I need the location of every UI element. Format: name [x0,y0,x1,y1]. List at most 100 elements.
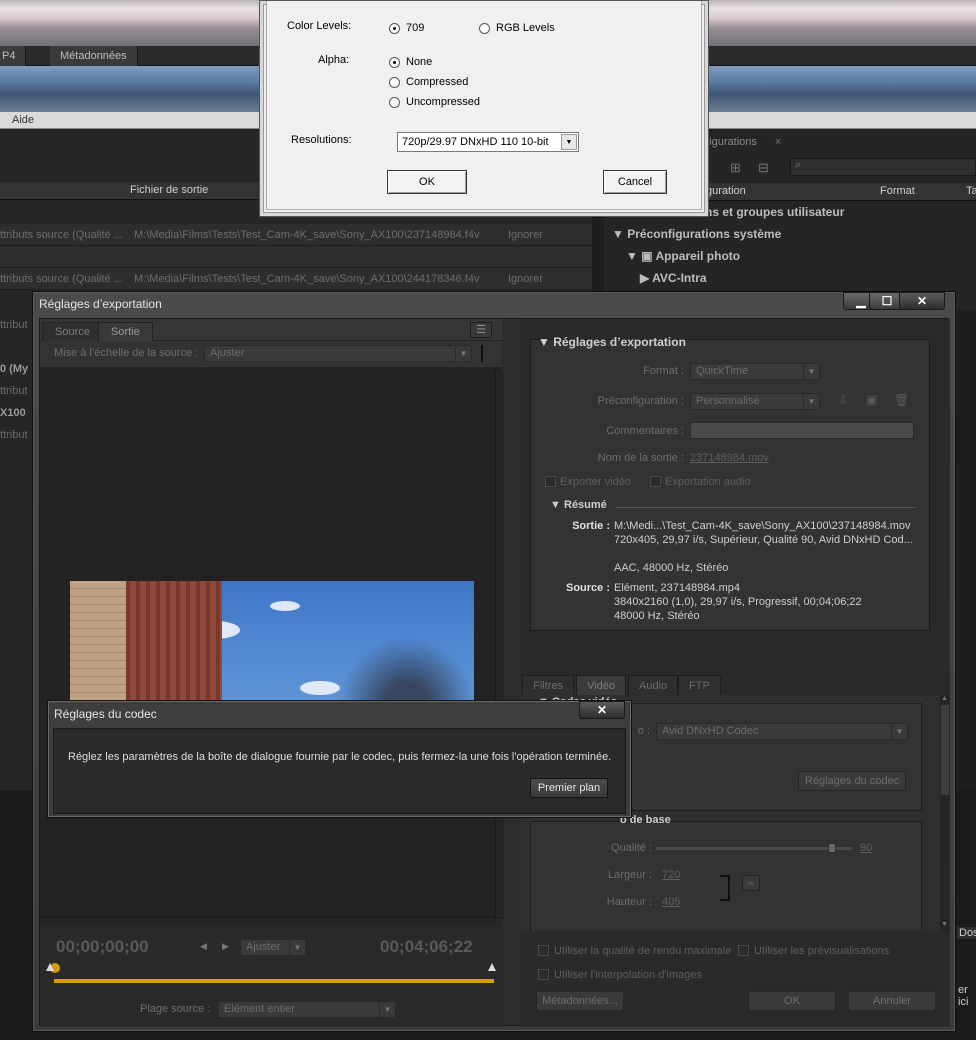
chevron-down-icon: ▼ [379,1002,395,1017]
queue-row-source: ttributs source (Qualité ... [0,273,123,285]
close-button[interactable]: ✕ [899,292,945,310]
export-video-checkbox[interactable] [545,476,556,487]
timeline: 00;00;00;00 ◀ ▶ Ajuster ▼ 00;04;06;22 Pl… [40,929,502,1027]
chain-link-icon[interactable]: ∞ [742,875,760,891]
color-rgb-radio[interactable] [479,23,490,34]
alpha-uncompressed-radio[interactable] [389,97,400,108]
queue-row[interactable]: ttributs source (Qualité ... M:\Media\Fi… [0,224,592,246]
presets-col-name[interactable]: guration [706,185,746,197]
search-icon[interactable]: ⌕ [790,158,976,176]
fragment: ttribut [0,429,28,441]
source-line: Elément, 237148984.mp4 [614,582,740,594]
preset-dropdown[interactable]: Personnalisé ▼ [690,393,820,410]
settings-tabs: Filtres Vidéo Audio FTP [520,675,950,695]
queue-row-status: Ignorer [508,273,543,285]
tab-audio[interactable]: Audio [628,675,679,695]
quality-slider-handle[interactable] [828,843,837,853]
codec-settings-button[interactable]: Réglages du codec [798,771,906,791]
tab-output[interactable]: Sortie [98,322,153,341]
menu-help[interactable]: Aide [12,114,34,126]
import-preset-icon[interactable]: ⊟ [758,160,769,176]
comments-label: Commentaires : [606,425,684,437]
add-preset-icon[interactable]: ⊞ [730,160,741,176]
output-line: 720x405, 29,97 i/s, Supérieur, Qualité 9… [614,534,913,546]
quality-slider[interactable] [656,847,852,850]
scale-value: Ajuster [210,347,245,359]
metadata-button[interactable]: Métadonnées... [536,991,624,1011]
tab-source[interactable]: Source [42,322,103,341]
max-render-checkbox[interactable] [538,945,549,956]
width-value[interactable]: 720 [662,869,680,881]
frame-blend-checkbox[interactable] [538,969,549,980]
timecode-start[interactable]: 00;00;00;00 [56,937,149,957]
delete-preset-icon[interactable]: 🗑 [894,393,909,407]
height-label: Hauteur : [606,896,652,908]
alpha-none-radio[interactable] [389,57,400,68]
preset-label: Préconfiguration : [597,395,684,407]
presets-col-t[interactable]: Ta [966,185,976,197]
avid-cancel-button[interactable]: Cancel [603,170,667,194]
resolution-select[interactable]: 720p/29.97 DNxHD 110 10-bit ▼ [397,132,579,152]
scale-dropdown[interactable]: Ajuster ▼ [204,345,472,362]
codec-dialog-title: Réglages du codec [54,707,157,721]
scroll-thumb[interactable] [941,705,949,795]
out-point-marker[interactable] [488,963,496,971]
ok-button[interactable]: OK [748,991,836,1011]
color-709-radio[interactable] [389,23,400,34]
preview-vscrollbar[interactable] [495,371,504,919]
comments-input[interactable] [690,422,914,439]
scroll-down-icon[interactable]: ▼ [941,921,948,928]
save-preset-icon[interactable]: ⇩ [838,393,848,407]
presets-system[interactable]: ▼ Préconfigurations système [612,227,781,241]
close-icon[interactable]: × [775,136,781,148]
color-709-label: 709 [406,22,425,34]
presets-avc[interactable]: ▶ AVC-Intra [640,271,707,285]
chevron-down-icon: ▼ [803,394,819,409]
quality-value[interactable]: 90 [860,842,872,854]
cancel-button[interactable]: Annuler [848,991,936,1011]
output-line: AAC, 48000 Hz, Stéréo [614,562,729,574]
range-dropdown[interactable]: Elément entier ▼ [218,1001,396,1018]
output-key-label: Sortie : [572,520,610,532]
step-back-icon[interactable]: ◀ [200,941,207,952]
settings-scrollbar[interactable]: ▲ ▼ [940,695,950,931]
format-dropdown[interactable]: QuickTime ▼ [690,363,820,380]
export-settings-title[interactable]: ▼ Réglages d’exportation [538,335,686,349]
preview-hscrollbar[interactable] [40,917,502,927]
export-audio-checkbox[interactable] [650,476,661,487]
in-point-marker[interactable] [46,963,54,971]
tab-ftp[interactable]: FTP [678,675,721,695]
fragment: ttribut [0,319,28,331]
bg-fragment-ici: er ici [958,984,969,1008]
fit-dropdown[interactable]: Ajuster ▼ [240,939,306,956]
summary-title[interactable]: ▼ Résumé [550,499,607,511]
step-forward-icon[interactable]: ▶ [222,941,229,952]
tab-filters[interactable]: Filtres [522,675,574,695]
queue-row[interactable]: ttributs source (Qualité ... M:\Media\Fi… [0,268,592,290]
alpha-compressed-radio[interactable] [389,77,400,88]
scroll-up-icon[interactable]: ▲ [941,695,948,702]
output-name-link[interactable]: 237148984.mov [690,452,769,464]
source-summary: Elément, 237148984.mp4 3840x2160 (1,0), … [614,581,934,623]
width-label: Largeur : [607,869,652,881]
bg-tab-p4[interactable]: P4 [0,46,27,66]
timeline-track[interactable] [54,979,494,983]
quality-label: Qualité : [611,842,652,854]
fragment: ttribut [0,385,28,397]
import-preset-icon[interactable]: ▣ [866,393,877,407]
bring-to-front-button[interactable]: Premier plan [530,778,608,798]
presets-col-format[interactable]: Format [880,185,915,197]
close-button[interactable]: ✕ [579,701,625,719]
codec-dialog-body: Réglez les paramètres de la boîte de dia… [53,728,626,814]
avid-ok-button[interactable]: OK [387,170,467,194]
panel-menu-icon[interactable]: ☰ [470,322,492,338]
use-previews-checkbox[interactable] [738,945,749,956]
codec-dropdown[interactable]: Avid DNxHD Codec ▼ [656,723,908,740]
tab-video[interactable]: Vidéo [576,675,626,695]
timecode-end: 00;04;06;22 [380,937,473,956]
height-value[interactable]: 405 [662,896,680,908]
bg-tab-metadata[interactable]: Métadonnées [50,46,138,66]
queue-row-source: ttributs source (Qualité ... [0,229,123,241]
presets-camera[interactable]: ▼ ▣ Appareil photo [626,249,740,263]
presets-user-groups[interactable]: ns et groupes utilisateur [705,205,844,219]
